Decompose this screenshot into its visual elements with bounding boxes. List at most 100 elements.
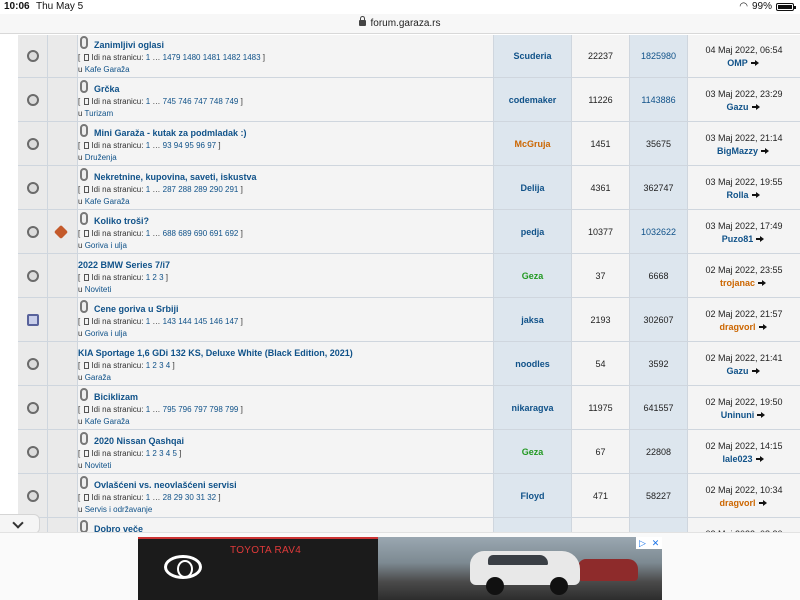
go-to-last-post-icon[interactable]: [757, 411, 767, 419]
page-link[interactable]: 5: [172, 449, 176, 458]
last-poster-link[interactable]: trojanac: [720, 278, 755, 288]
topic-title-link[interactable]: KIA Sportage 1,6 GDi 132 KS, Deluxe Whit…: [78, 348, 353, 358]
topic-title-link[interactable]: 2020 Nissan Qashqai: [94, 436, 184, 446]
last-poster-link[interactable]: Rolla: [726, 190, 748, 200]
topic-title-link[interactable]: Grčka: [94, 84, 120, 94]
forum-link[interactable]: Noviteti: [85, 285, 112, 294]
forum-link[interactable]: Servis i održavanje: [85, 505, 153, 514]
page-link[interactable]: 797: [194, 405, 207, 414]
page-link[interactable]: 29: [174, 493, 183, 502]
author-link[interactable]: Floyd: [494, 491, 571, 501]
page-link[interactable]: 96: [196, 141, 205, 150]
page-link[interactable]: 745: [163, 97, 176, 106]
last-poster-link[interactable]: dragvorl: [719, 322, 755, 332]
page-link[interactable]: 1: [146, 141, 150, 150]
page-link[interactable]: 145: [194, 317, 207, 326]
page-link[interactable]: 1: [146, 361, 150, 370]
page-link[interactable]: 2: [152, 273, 156, 282]
views-count[interactable]: 1143886: [630, 95, 687, 105]
page-link[interactable]: 749: [225, 97, 238, 106]
page-link[interactable]: 30: [185, 493, 194, 502]
go-to-last-post-icon[interactable]: [750, 59, 761, 67]
forum-link[interactable]: Kafe Garaža: [85, 65, 130, 74]
forum-link[interactable]: Noviteti: [85, 461, 112, 470]
page-link[interactable]: 747: [194, 97, 207, 106]
go-to-last-post-icon[interactable]: [758, 323, 769, 331]
page-link[interactable]: 93: [163, 141, 172, 150]
page-link[interactable]: 146: [209, 317, 222, 326]
ad-controls[interactable]: ▷ ✕: [636, 537, 662, 549]
author-link[interactable]: nikaragva: [494, 403, 571, 413]
page-link[interactable]: 692: [225, 229, 238, 238]
page-link[interactable]: 28: [163, 493, 172, 502]
page-link[interactable]: 1: [146, 273, 150, 282]
ad-info-icon[interactable]: ▷: [636, 537, 649, 549]
page-link[interactable]: 796: [178, 405, 191, 414]
author-link[interactable]: Geza: [494, 447, 571, 457]
forum-link[interactable]: Kafe Garaža: [85, 417, 130, 426]
author-link[interactable]: pedja: [494, 227, 571, 237]
page-link[interactable]: 1: [146, 449, 150, 458]
page-link[interactable]: 1483: [243, 53, 261, 62]
forum-link[interactable]: Druženja: [85, 153, 117, 162]
page-link[interactable]: 799: [225, 405, 238, 414]
page-viewport[interactable]: Zanimljivi oglasi [ Idi na stranicu: 1 … …: [0, 35, 800, 532]
page-link[interactable]: 1: [146, 97, 150, 106]
page-link[interactable]: 1: [146, 53, 150, 62]
page-link[interactable]: 32: [207, 493, 216, 502]
page-link[interactable]: 1479: [163, 53, 181, 62]
page-link[interactable]: 795: [163, 405, 176, 414]
page-link[interactable]: 689: [178, 229, 191, 238]
last-poster-link[interactable]: dragvorl: [719, 498, 755, 508]
author-link[interactable]: codemaker: [494, 95, 571, 105]
page-link[interactable]: 746: [178, 97, 191, 106]
ad-banner[interactable]: TOYOTA RAV4 ▷ ✕: [138, 537, 662, 600]
page-link[interactable]: 3: [159, 361, 163, 370]
page-link[interactable]: 97: [207, 141, 216, 150]
author-link[interactable]: noodles: [494, 359, 571, 369]
page-link[interactable]: 288: [178, 185, 191, 194]
author-link[interactable]: Scuderia: [494, 51, 571, 61]
page-link[interactable]: 290: [209, 185, 222, 194]
forum-link[interactable]: Garaža: [85, 373, 111, 382]
go-to-last-post-icon[interactable]: [758, 279, 768, 287]
go-to-last-post-icon[interactable]: [761, 147, 771, 155]
topic-title-link[interactable]: Zanimljivi oglasi: [94, 40, 164, 50]
last-poster-link[interactable]: BigMazzy: [717, 146, 758, 156]
page-link[interactable]: 748: [209, 97, 222, 106]
views-count[interactable]: 1032622: [630, 227, 687, 237]
address-bar[interactable]: forum.garaza.rs: [0, 14, 800, 34]
go-to-last-post-icon[interactable]: [758, 499, 769, 507]
collapse-toggle[interactable]: [0, 514, 40, 534]
page-link[interactable]: 2: [152, 361, 156, 370]
last-poster-link[interactable]: Gazu: [726, 102, 748, 112]
forum-link[interactable]: Kafe Garaža: [85, 197, 130, 206]
page-link[interactable]: 2: [152, 449, 156, 458]
go-to-last-post-icon[interactable]: [751, 103, 762, 111]
page-link[interactable]: 1: [146, 185, 150, 194]
page-link[interactable]: 1: [146, 405, 150, 414]
page-link[interactable]: 1481: [203, 53, 221, 62]
page-link[interactable]: 31: [196, 493, 205, 502]
forum-link[interactable]: Goriva i ulja: [85, 241, 127, 250]
last-poster-link[interactable]: Puzo81: [722, 234, 754, 244]
author-link[interactable]: Delija: [494, 183, 571, 193]
topic-title-link[interactable]: Cene goriva u Srbiji: [94, 304, 179, 314]
page-link[interactable]: 690: [194, 229, 207, 238]
page-link[interactable]: 691: [209, 229, 222, 238]
page-link[interactable]: 147: [225, 317, 238, 326]
page-link[interactable]: 1: [146, 493, 150, 502]
topic-title-link[interactable]: Mini Garaža - kutak za podmladak :): [94, 128, 247, 138]
author-link[interactable]: McGruja: [494, 139, 571, 149]
page-link[interactable]: 289: [194, 185, 207, 194]
forum-link[interactable]: Goriva i ulja: [85, 329, 127, 338]
page-link[interactable]: 144: [178, 317, 191, 326]
topic-title-link[interactable]: Biciklizam: [94, 392, 138, 402]
page-link[interactable]: 1: [146, 317, 150, 326]
page-link[interactable]: 1480: [183, 53, 201, 62]
page-link[interactable]: 3: [159, 449, 163, 458]
page-link[interactable]: 3: [159, 273, 163, 282]
topic-title-link[interactable]: Ovlašćeni vs. neovlašćeni servisi: [94, 480, 237, 490]
page-link[interactable]: 95: [185, 141, 194, 150]
last-poster-link[interactable]: Uninuni: [721, 410, 755, 420]
